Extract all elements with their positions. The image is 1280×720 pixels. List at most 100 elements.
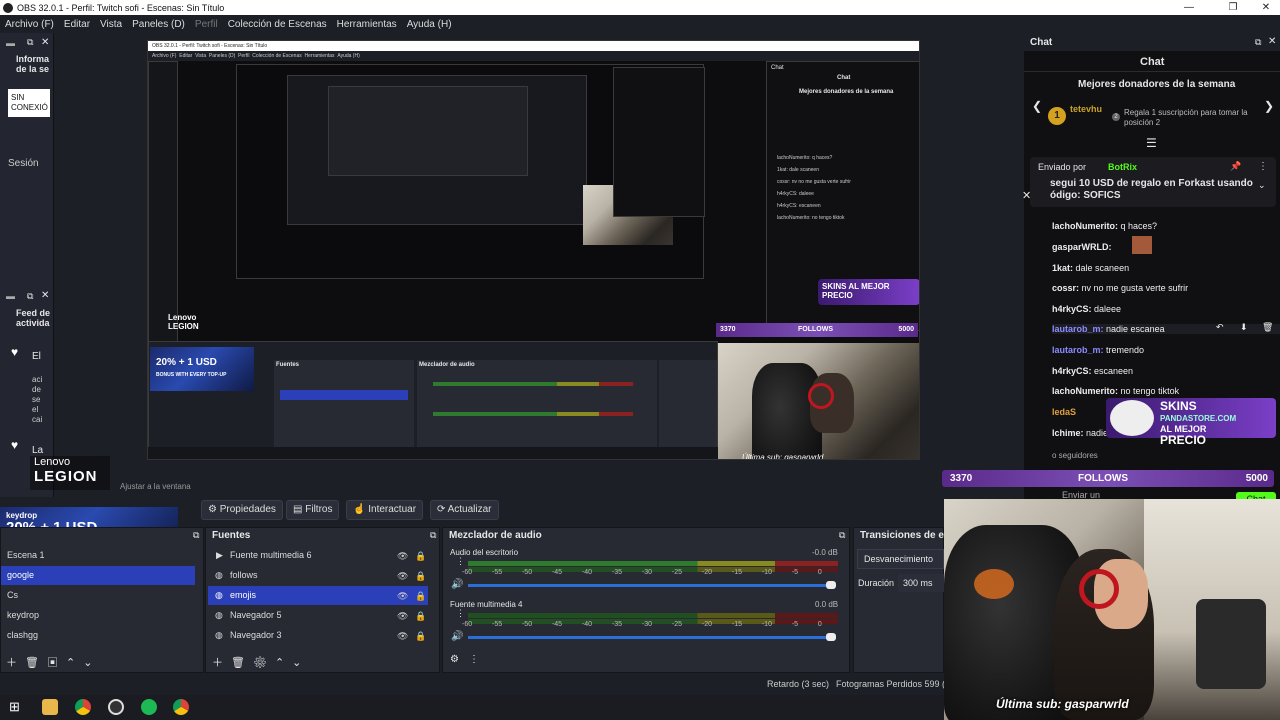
mixer-settings-icon[interactable]: ⚙ [450, 654, 469, 665]
visibility-eye-icon[interactable]: 👁 [397, 631, 408, 642]
nested-skins-ad: SKINS AL MEJOR PRECIO [818, 279, 919, 305]
maximize-icon[interactable]: ❐ [1219, 0, 1247, 15]
webcam-overlay: Última sub: gasparwrld [944, 499, 1280, 720]
menu-tools[interactable]: Herramientas [332, 19, 402, 30]
close-icon[interactable]: ✕ [1252, 0, 1280, 15]
dock-undock-icon[interactable]: ▬ [6, 291, 15, 301]
menu-view[interactable]: Vista [95, 19, 127, 30]
nested-preview-3 [328, 86, 528, 176]
reply-icon[interactable]: ↶ [1216, 322, 1224, 333]
panel-menu-icon[interactable]: ⧉ [430, 530, 436, 541]
move-up-icon[interactable]: ⌃ [66, 657, 83, 669]
scene-item[interactable]: keydrop [1, 606, 195, 625]
visibility-eye-icon[interactable]: 👁 [397, 571, 408, 582]
chrome-icon[interactable] [173, 699, 189, 715]
more-icon[interactable]: ⋮ [469, 654, 489, 665]
windows-start-icon[interactable]: ⊞ [9, 699, 20, 715]
close-icon[interactable]: ✕ [1022, 189, 1031, 202]
visibility-eye-icon[interactable]: 👁 [397, 551, 408, 562]
panel-menu-icon[interactable]: ⧉ [839, 530, 845, 541]
volume-slider-knob[interactable] [826, 581, 836, 589]
more-icon[interactable]: ⋮ [456, 608, 465, 619]
menu-help[interactable]: Ayuda (H) [402, 19, 457, 30]
menu-docks[interactable]: Paneles (D) [127, 19, 190, 30]
menu-scene-collection[interactable]: Colección de Escenas [223, 19, 332, 30]
volume-slider-knob[interactable] [826, 633, 836, 641]
chat-message: h4rkyCS: daleee [1052, 304, 1122, 314]
scene-item[interactable]: clashgg [1, 626, 195, 645]
pinned-message: Enviado por BotRix 📌 ⋮ segui 10 USD de r… [1030, 157, 1276, 207]
interact-button[interactable]: ☝ Interactuar [346, 500, 424, 520]
spotify-icon[interactable] [141, 699, 157, 715]
menu-edit[interactable]: Editar [59, 19, 95, 30]
status-bar: Retardo (3 sec) Fotogramas Perdidos 599 … [0, 675, 944, 695]
duration-input[interactable]: 300 ms [898, 574, 944, 592]
pinned-by-label: Enviado por [1038, 162, 1087, 172]
dock-close-icon[interactable]: ✕ [41, 37, 49, 48]
volume-slider[interactable] [468, 636, 830, 639]
move-down-icon[interactable]: ⌄ [83, 657, 100, 669]
visibility-eye-icon[interactable]: 👁 [397, 591, 408, 602]
remove-icon[interactable]: 🗑 [231, 657, 253, 669]
dock-float-icon[interactable]: ⧉ [27, 37, 33, 48]
chevron-left-icon[interactable]: ❮ [1032, 99, 1042, 113]
source-item[interactable]: ▶ Fuente multimedia 6 [208, 546, 428, 565]
filters-icon[interactable]: ▣ [47, 657, 66, 669]
chrome-icon[interactable] [75, 699, 91, 715]
dock-undock-icon[interactable]: ▬ [6, 38, 15, 48]
panel-menu-icon[interactable]: ⧉ [193, 530, 199, 541]
preview-canvas[interactable]: OBS 32.0.1 - Perfil: Twitch sofi - Escen… [147, 40, 920, 460]
expand-icon[interactable]: ☰ [1146, 136, 1157, 150]
lock-icon[interactable]: 🔒 [415, 611, 426, 622]
source-item[interactable]: ◍ follows [208, 566, 428, 585]
add-icon[interactable]: ＋ [6, 657, 25, 669]
lock-icon[interactable]: 🔒 [415, 551, 426, 562]
obs-taskbar-icon[interactable] [108, 699, 124, 715]
menu-file[interactable]: Archivo (F) [0, 19, 59, 30]
lock-icon[interactable]: 🔒 [415, 631, 426, 642]
dock-float-icon[interactable]: ⧉ [27, 291, 33, 302]
source-item-selected[interactable]: ◍ emojis [208, 586, 428, 605]
remove-icon[interactable]: 🗑 [25, 657, 47, 669]
browser-icon: ◍ [215, 570, 223, 580]
move-down-icon[interactable]: ⌄ [292, 657, 309, 669]
more-icon[interactable]: ⋮ [456, 556, 465, 567]
add-icon[interactable]: ＋ [212, 657, 231, 669]
pin-icon[interactable]: ⬇ [1240, 322, 1248, 333]
delete-icon[interactable]: 🗑 [1262, 322, 1273, 333]
more-icon[interactable]: ⋮ [1258, 161, 1268, 172]
visibility-eye-icon[interactable]: 👁 [397, 611, 408, 622]
chat-dock-title: Chat [1030, 37, 1053, 48]
menu-bar: Archivo (F) Editar Vista Paneles (D) Per… [0, 15, 1280, 33]
speaker-icon[interactable]: 🔊 [451, 631, 463, 642]
donor-name: tetevhu [1070, 104, 1103, 114]
lock-icon[interactable]: 🔒 [415, 571, 426, 582]
properties-button[interactable]: ⚙ Propiedades [201, 500, 283, 520]
pin-icon[interactable]: 📌 [1230, 161, 1241, 172]
feed-event-label: La [32, 445, 44, 456]
lock-icon[interactable]: 🔒 [415, 591, 426, 602]
move-up-icon[interactable]: ⌃ [275, 657, 292, 669]
scene-item[interactable]: Cs [1, 586, 195, 605]
transition-type-select[interactable]: Desvanecimiento [857, 549, 944, 569]
top-donors-title: Mejores donadores de la semana [1078, 79, 1236, 90]
source-item[interactable]: ◍ Navegador 3 [208, 626, 428, 645]
scene-item[interactable]: Escena 1 [1, 546, 195, 565]
dock-close-icon[interactable]: ✕ [41, 290, 49, 301]
dock-close-icon[interactable]: ✕ [1268, 36, 1276, 47]
file-explorer-icon[interactable] [42, 699, 58, 715]
chevron-down-icon[interactable]: ⌄ [1258, 180, 1266, 191]
chat-message: gasparWRLD: [1052, 236, 1152, 254]
speaker-icon[interactable]: 🔊 [451, 579, 463, 590]
dock-float-icon[interactable]: ⧉ [1255, 37, 1261, 48]
feed-event-text: aci de se el cai [32, 375, 43, 424]
source-item[interactable]: ◍ Navegador 5 [208, 606, 428, 625]
gear-icon[interactable]: ⚙ [253, 657, 275, 669]
menu-profile[interactable]: Perfil [190, 19, 223, 30]
filters-button[interactable]: ▤ Filtros [286, 500, 340, 520]
refresh-button[interactable]: ⟳ Actualizar [430, 500, 499, 520]
chat-message-hovered[interactable]: lautarob_m: nadie escanea ↶ ⬇ 🗑 [1052, 322, 1280, 334]
minimize-icon[interactable]: — [1175, 0, 1203, 15]
scene-item-selected[interactable]: google [1, 566, 195, 585]
volume-slider[interactable] [468, 584, 830, 587]
